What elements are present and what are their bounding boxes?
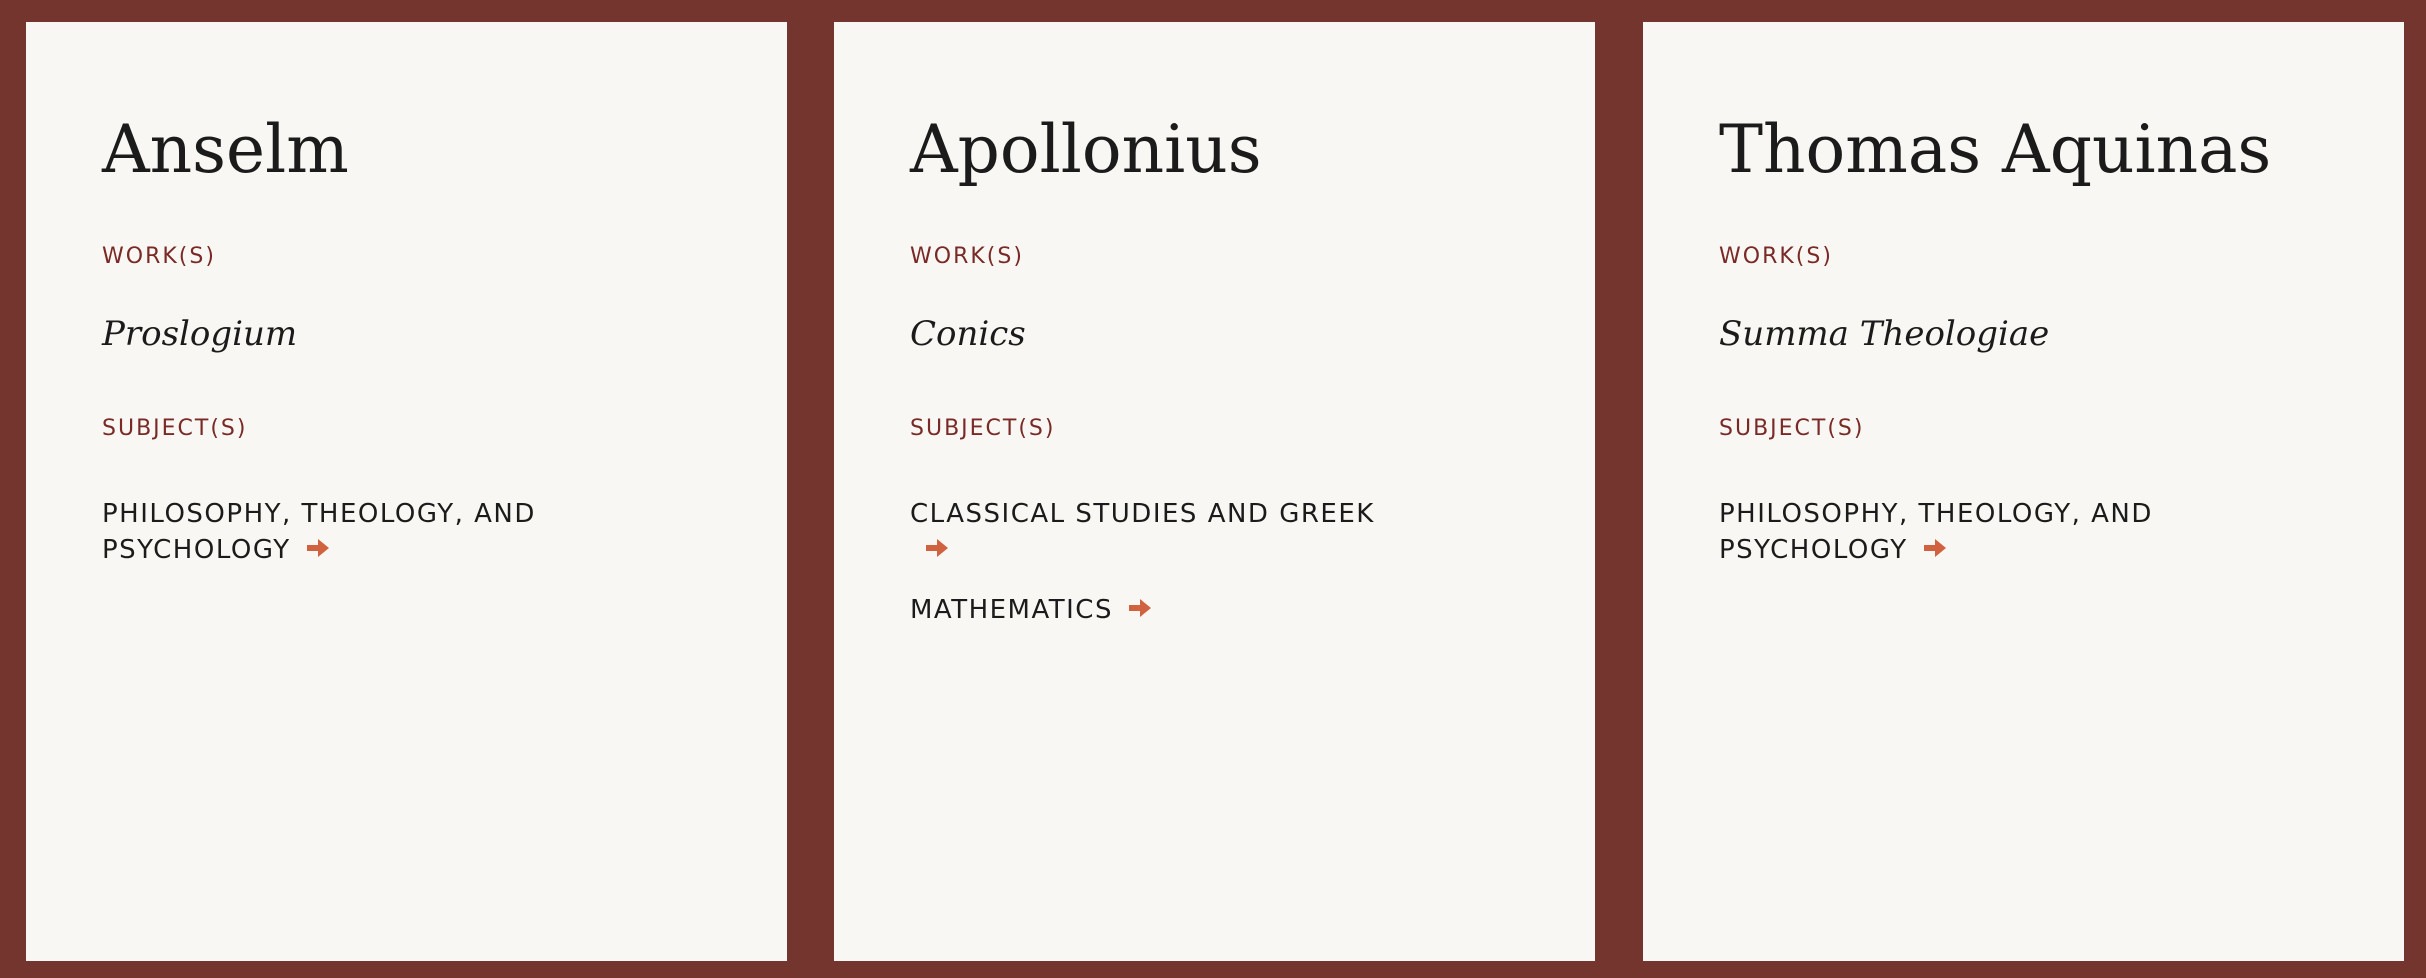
subject-list: PHILOSOPHY, THEOLOGY, AND PSYCHOLOGY	[102, 496, 602, 592]
subjects-label: SUBJECT(S)	[910, 416, 1056, 441]
arrow-right-icon	[1128, 598, 1151, 617]
subjects-label: SUBJECT(S)	[102, 416, 248, 441]
subjects-label: SUBJECT(S)	[1719, 416, 1865, 441]
subject-link-philosophy[interactable]: PHILOSOPHY, THEOLOGY, AND PSYCHOLOGY	[1719, 496, 2219, 568]
subject-link-classical-studies[interactable]: CLASSICAL STUDIES AND GREEK	[910, 496, 1410, 568]
author-card-apollonius: Apollonius WORK(S) Conics SUBJECT(S) CLA…	[834, 22, 1595, 961]
arrow-right-icon	[926, 538, 948, 557]
subject-list: CLASSICAL STUDIES AND GREEK MATHEMATICS	[910, 496, 1410, 652]
work-title: Conics	[910, 314, 1026, 354]
subject-link-philosophy[interactable]: PHILOSOPHY, THEOLOGY, AND PSYCHOLOGY	[102, 496, 602, 568]
work-title: Summa Theologiae	[1719, 314, 2050, 354]
author-cards-page: Anselm WORK(S) Proslogium SUBJECT(S) PHI…	[0, 0, 2426, 978]
works-label: WORK(S)	[102, 244, 216, 269]
works-label: WORK(S)	[910, 244, 1024, 269]
author-name: Apollonius	[910, 111, 1262, 188]
work-title: Proslogium	[102, 314, 298, 354]
arrow-right-icon	[306, 538, 329, 557]
author-name: Anselm	[102, 111, 349, 188]
subject-list: PHILOSOPHY, THEOLOGY, AND PSYCHOLOGY	[1719, 496, 2219, 592]
author-card-thomas-aquinas: Thomas Aquinas WORK(S) Summa Theologiae …	[1643, 22, 2404, 961]
author-name: Thomas Aquinas	[1719, 111, 2272, 188]
works-label: WORK(S)	[1719, 244, 1833, 269]
subject-label: MATHEMATICS	[910, 595, 1113, 625]
subject-label: CLASSICAL STUDIES AND GREEK	[910, 499, 1375, 529]
subject-link-mathematics[interactable]: MATHEMATICS	[910, 592, 1410, 628]
author-card-anselm: Anselm WORK(S) Proslogium SUBJECT(S) PHI…	[26, 22, 787, 961]
arrow-right-icon	[1923, 538, 1946, 557]
